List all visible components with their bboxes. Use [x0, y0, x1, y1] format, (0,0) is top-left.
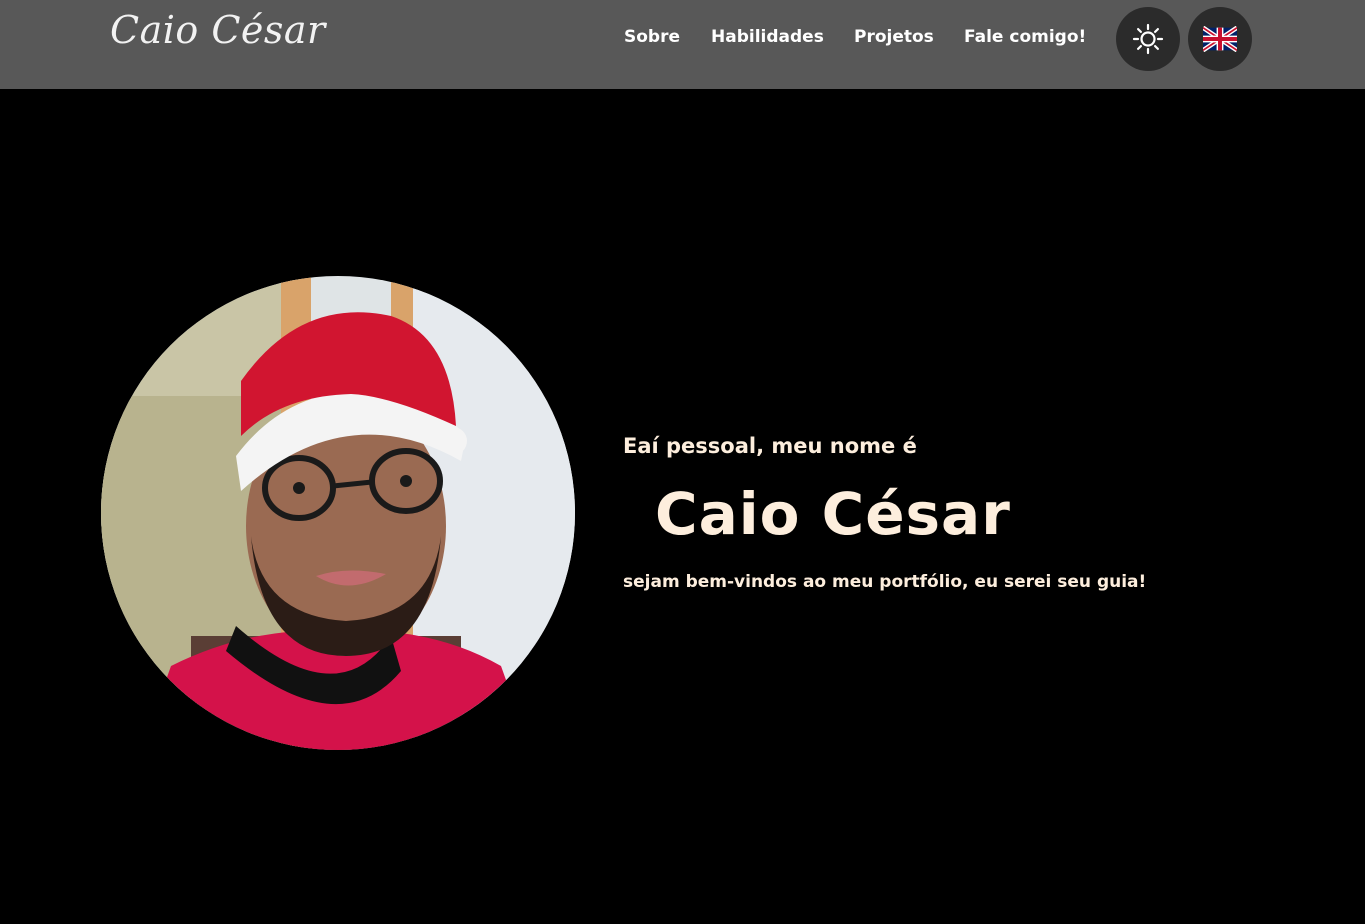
nav-link-habilidades[interactable]: Habilidades — [711, 27, 824, 47]
hero-subtitle: sejam bem-vindos ao meu portfólio, eu se… — [623, 572, 1147, 592]
language-button[interactable] — [1188, 7, 1252, 71]
sun-icon — [1132, 23, 1164, 55]
navbar: Caio César Sobre Habilidades Projetos Fa… — [0, 0, 1365, 89]
uk-flag-icon — [1203, 26, 1237, 52]
hero-name: Caio César — [655, 480, 1011, 548]
nav-link-sobre[interactable]: Sobre — [624, 27, 680, 47]
profile-photo — [101, 276, 575, 750]
nav-link-projetos[interactable]: Projetos — [854, 27, 934, 47]
logo[interactable]: Caio César — [110, 8, 326, 52]
theme-toggle-button[interactable] — [1116, 7, 1180, 71]
hero-greeting: Eaí pessoal, meu nome é — [623, 434, 917, 458]
nav-link-fale-comigo[interactable]: Fale comigo! — [964, 27, 1086, 47]
